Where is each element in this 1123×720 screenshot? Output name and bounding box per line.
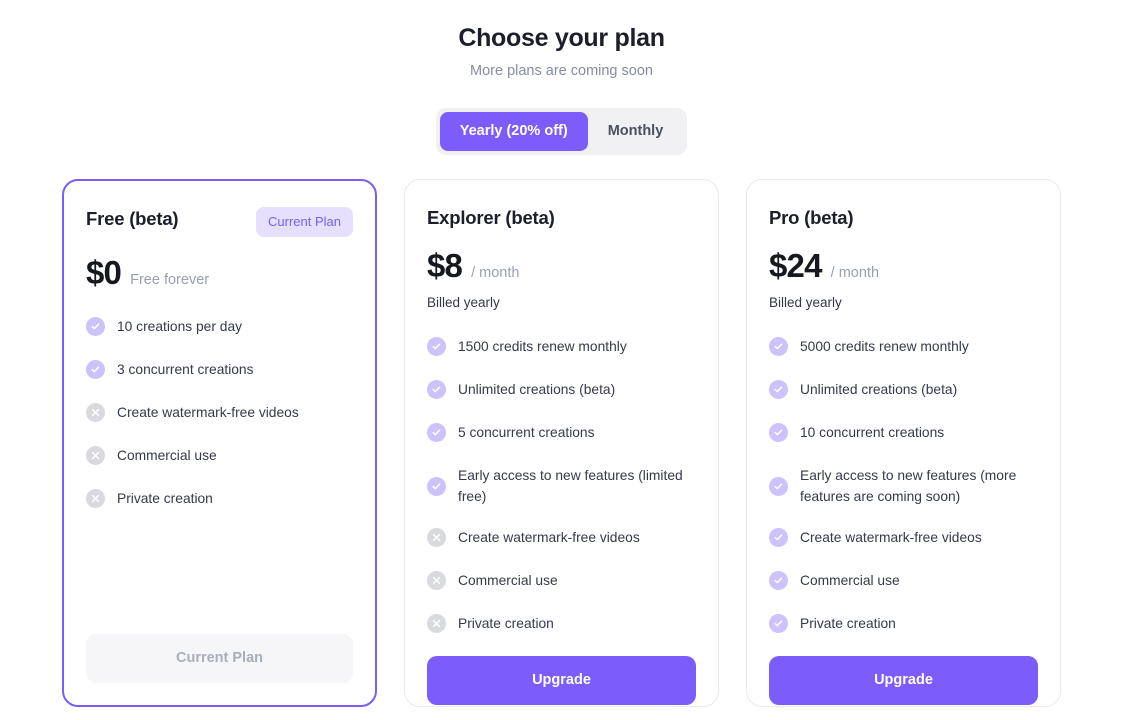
plan-price-suffix: / month	[830, 265, 880, 281]
plan-feature-item: Create watermark-free videos	[769, 527, 1038, 548]
plan-feature-label: Create watermark-free videos	[117, 405, 299, 420]
plan-price: $24	[769, 247, 822, 284]
check-icon	[427, 423, 446, 442]
check-icon	[769, 571, 788, 590]
plan-feature-label: Early access to new features (more featu…	[800, 468, 1017, 504]
plan-feature-label: Private creation	[458, 616, 554, 631]
plan-feature-item: Unlimited creations (beta)	[427, 379, 696, 400]
plan-card-header: Free (beta) Current Plan	[86, 207, 353, 237]
plan-feature-item: 10 creations per day	[86, 316, 353, 337]
plan-feature-label: 10 concurrent creations	[800, 425, 945, 440]
check-icon	[769, 380, 788, 399]
plan-feature-item: Commercial use	[769, 570, 1038, 591]
page-subtitle: More plans are coming soon	[470, 63, 653, 79]
plan-feature-item: 1500 credits renew monthly	[427, 336, 696, 357]
plan-feature-label: Create watermark-free videos	[458, 530, 640, 545]
check-icon	[769, 477, 788, 496]
cross-icon	[86, 403, 105, 422]
check-icon	[427, 477, 446, 496]
plan-feature-list: 5000 credits renew monthly Unlimited crea…	[769, 336, 1038, 656]
plan-feature-label: 5000 credits renew monthly	[800, 339, 969, 354]
billing-toggle-wrapper: Yearly (20% off) Monthly	[0, 108, 1123, 155]
plan-card-header: Explorer (beta)	[427, 206, 696, 230]
check-icon	[427, 337, 446, 356]
current-plan-badge: Current Plan	[256, 207, 353, 237]
plan-feature-item: Early access to new features (more featu…	[769, 465, 1038, 507]
plan-feature-item: Unlimited creations (beta)	[769, 379, 1038, 400]
plan-feature-label: Commercial use	[800, 573, 900, 588]
plan-feature-label: Private creation	[800, 616, 896, 631]
plan-card: Free (beta) Current Plan $0 Free forever 10 …	[62, 179, 377, 707]
check-icon	[769, 423, 788, 442]
upgrade-button[interactable]: Upgrade	[427, 656, 696, 705]
plan-card-header: Pro (beta)	[769, 206, 1038, 230]
plan-price: $0	[86, 254, 122, 291]
plan-feature-label: Early access to new features (limited fr…	[458, 468, 683, 504]
billing-toggle-option-yearly[interactable]: Yearly (20% off)	[439, 112, 588, 151]
plan-feature-label: 3 concurrent creations	[117, 362, 254, 377]
plan-feature-item: 5 concurrent creations	[427, 422, 696, 443]
plan-feature-item: 3 concurrent creations	[86, 359, 353, 380]
plan-feature-item: Private creation	[769, 613, 1038, 634]
check-icon	[769, 614, 788, 633]
plan-billing-note: Billed yearly	[427, 295, 500, 310]
cross-icon	[86, 489, 105, 508]
plan-feature-label: Commercial use	[458, 573, 558, 588]
plan-feature-list: 10 creations per day 3 concurrent creatio…	[86, 316, 353, 634]
plan-price-row: $8 / month	[427, 247, 696, 285]
plan-feature-item: Private creation	[86, 488, 353, 509]
upgrade-button[interactable]: Upgrade	[769, 656, 1038, 705]
plan-price-suffix: Free forever	[130, 272, 210, 288]
plan-feature-item: Create watermark-free videos	[86, 402, 353, 423]
pricing-page: Choose your plan More plans are coming s…	[0, 0, 1123, 720]
plan-feature-label: Commercial use	[117, 448, 217, 463]
plan-price-row: $24 / month	[769, 247, 1038, 285]
cross-icon	[427, 528, 446, 547]
plan-name: Explorer (beta)	[427, 207, 555, 228]
cross-icon	[427, 614, 446, 633]
plan-name: Pro (beta)	[769, 207, 854, 228]
plan-name: Free (beta)	[86, 208, 179, 229]
plan-feature-item: 5000 credits renew monthly	[769, 336, 1038, 357]
plan-feature-item: Private creation	[427, 613, 696, 634]
plan-feature-item: Commercial use	[86, 445, 353, 466]
plan-price: $8	[427, 247, 463, 284]
plan-feature-label: Private creation	[117, 491, 213, 506]
cross-icon	[86, 446, 105, 465]
plan-feature-label: Unlimited creations (beta)	[458, 382, 616, 397]
page-header: Choose your plan More plans are coming s…	[0, 0, 1123, 81]
plan-card: Pro (beta) $24 / month Billed yearly 5000 cr…	[746, 179, 1061, 707]
check-icon	[769, 528, 788, 547]
plan-feature-item: Commercial use	[427, 570, 696, 591]
plan-feature-label: 1500 credits renew monthly	[458, 339, 627, 354]
plan-feature-item: 10 concurrent creations	[769, 422, 1038, 443]
plan-card-list: Free (beta) Current Plan $0 Free forever 10 …	[0, 179, 1123, 707]
plan-price-row: $0 Free forever	[86, 254, 353, 292]
plan-feature-label: Create watermark-free videos	[800, 530, 982, 545]
plan-feature-item: Create watermark-free videos	[427, 527, 696, 548]
check-icon	[769, 337, 788, 356]
plan-billing-note: Billed yearly	[769, 295, 842, 310]
billing-toggle[interactable]: Yearly (20% off) Monthly	[435, 108, 688, 155]
check-icon	[86, 317, 105, 336]
current-plan-button: Current Plan	[86, 634, 353, 683]
page-title: Choose your plan	[458, 24, 665, 52]
plan-feature-label: 5 concurrent creations	[458, 425, 595, 440]
billing-toggle-option-monthly[interactable]: Monthly	[588, 112, 684, 151]
check-icon	[427, 380, 446, 399]
cross-icon	[427, 571, 446, 590]
plan-feature-item: Early access to new features (limited fr…	[427, 465, 696, 507]
plan-card: Explorer (beta) $8 / month Billed yearly 150…	[404, 179, 719, 707]
plan-feature-label: 10 creations per day	[117, 319, 243, 334]
check-icon	[86, 360, 105, 379]
plan-feature-label: Unlimited creations (beta)	[800, 382, 958, 397]
plan-price-suffix: / month	[471, 265, 520, 281]
plan-feature-list: 1500 credits renew monthly Unlimited crea…	[427, 336, 696, 656]
